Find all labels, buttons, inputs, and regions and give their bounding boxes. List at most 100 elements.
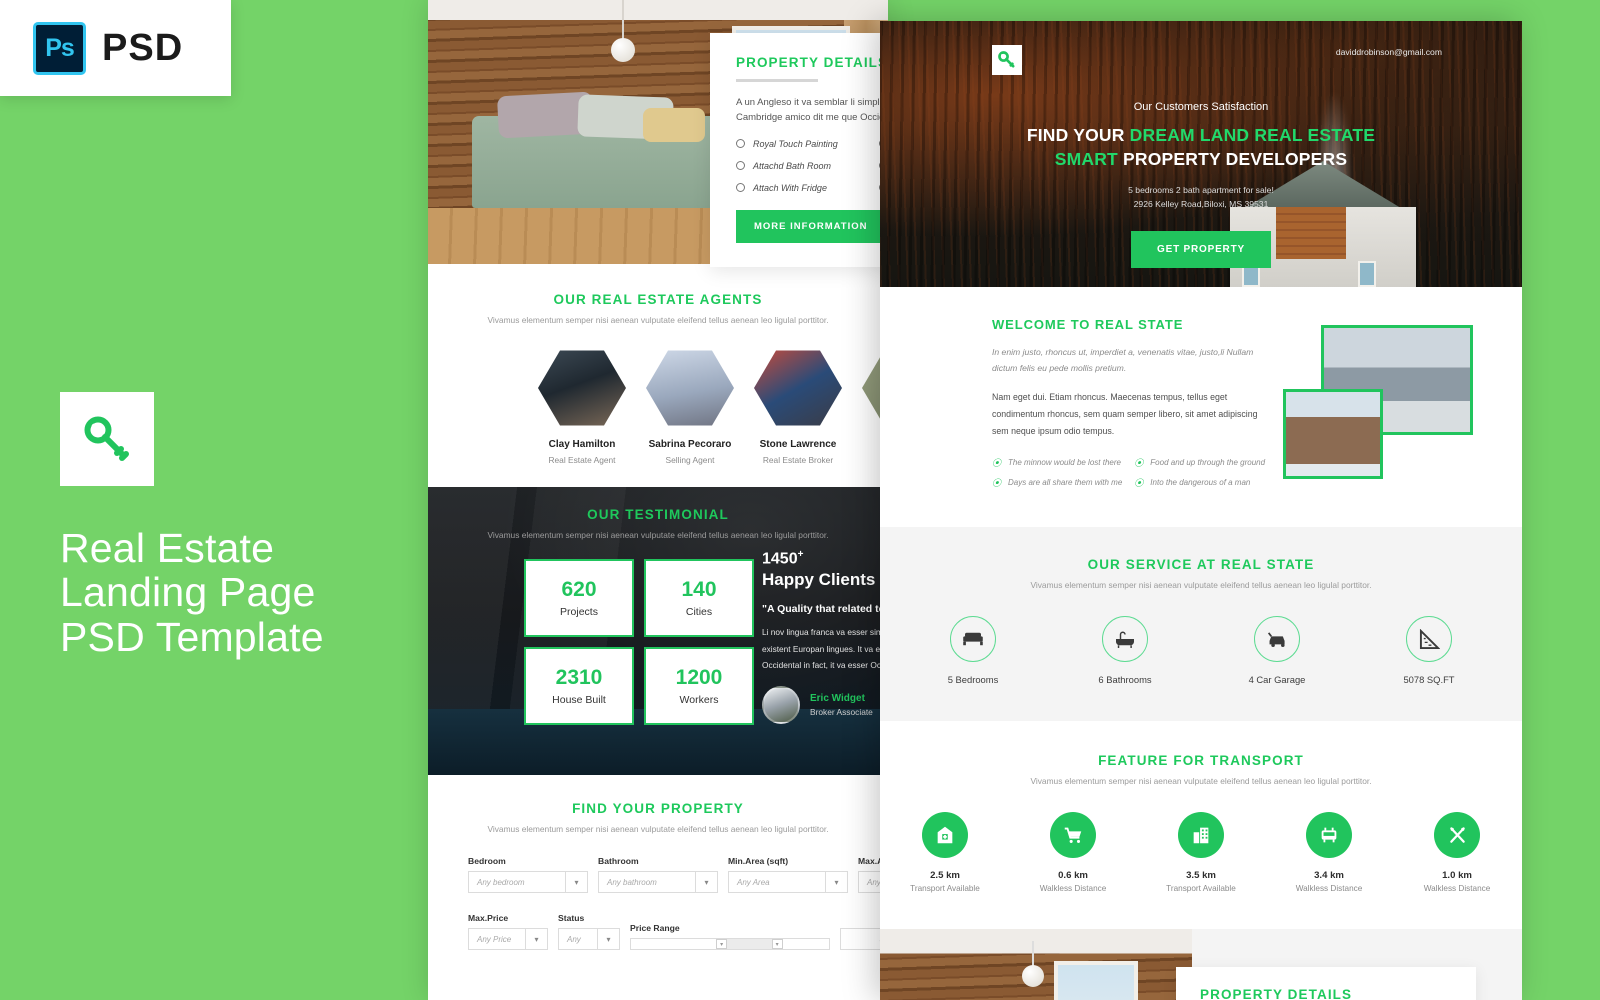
check-item: ⦿ The minnow would be lost there (992, 456, 1122, 469)
stat-label: Cities (685, 605, 713, 618)
stat-label: Workers (679, 693, 719, 706)
service-item: 4 Car Garage (1232, 616, 1322, 685)
agent-card[interactable]: Stone Lawrence Real Estate Broker (754, 349, 842, 465)
transport-distance: 2.5 km (930, 870, 960, 882)
agent-role: Real Estate Broker (762, 455, 834, 465)
psd-badge-label: PSD (102, 26, 184, 69)
bedroom-select[interactable]: Any bedroom ▾ (468, 871, 588, 893)
check-label: Days are all share them with me (1008, 478, 1123, 488)
headline-part-1: FIND YOUR (1026, 125, 1130, 145)
agent-avatar (754, 350, 842, 426)
check-item: ⦿ Food and up through the ground (1134, 456, 1265, 469)
transport-label: Transport Available (1166, 884, 1236, 894)
person-role: Broker Associate (810, 706, 873, 717)
agent-avatar (646, 350, 734, 426)
service-icon-row: 5 Bedrooms 6 Bathrooms 4 Car Garage 5078… (880, 616, 1522, 685)
max-price-select[interactable]: Any Price ▾ (468, 928, 548, 950)
transport-label: Walkless Distance (1295, 884, 1363, 894)
transport-title: FEATURE FOR TRANSPORT (1098, 753, 1304, 769)
property-details-description: A un Angleso it va semblar li simplifica… (736, 97, 888, 124)
hero-meta-line-1: 5 bedrooms 2 bath apartment for sale! (1128, 184, 1274, 195)
field-label: Price Range (630, 923, 680, 933)
field-bedroom: Bedroom Any bedroom ▾ (468, 856, 588, 893)
hero-eyebrow: Our Customers Satisfaction (1133, 101, 1269, 113)
welcome-title: WELCOME TO REAL STATE (992, 317, 1184, 332)
service-label: 4 Car Garage (1248, 674, 1306, 686)
stat-label: House Built (552, 693, 606, 706)
ruler-icon (1406, 616, 1452, 663)
hero-section: daviddrobinson@gmail.com Our Customers S… (880, 21, 1522, 287)
photoshop-icon: Ps (33, 21, 86, 75)
transport-label: Walkless Distance (1423, 884, 1491, 894)
shopping-cart-icon (1050, 812, 1096, 859)
promo-line-2: Landing Page (60, 569, 316, 616)
search-filters-row-2: Max.Price Any Price ▾ Status Any ▾ Price… (428, 893, 888, 950)
service-item: 6 Bathrooms (1080, 616, 1170, 685)
stat-card: 2310 House Built (524, 647, 634, 725)
avatar (762, 685, 800, 724)
psd-badge: Ps PSD (0, 0, 231, 96)
house-image-small (1283, 389, 1384, 479)
select-value: Any (567, 934, 581, 944)
testimonial-subtitle: Vivamus elementum semper nisi aenean vul… (487, 530, 829, 540)
stats-grid: 620 Projects 140 Cities 2310 House Built… (524, 559, 754, 725)
agent-card[interactable]: Sabrina Pecoraro Selling Agent (646, 349, 734, 465)
range-handle-min[interactable]: ▾ (716, 939, 728, 949)
welcome-section: WELCOME TO REAL STATE In enim justo, rho… (880, 287, 1522, 527)
promo-line-3: PSD Template (60, 613, 324, 660)
price-range-slider[interactable]: ▾ ▾ (630, 938, 830, 950)
bathroom-select[interactable]: Any bathroom ▾ (598, 871, 718, 893)
field-max-price: Max.Price Any Price ▾ (468, 913, 548, 950)
welcome-image-group (1283, 317, 1474, 482)
transport-item: 2.5 km Transport Available (900, 812, 990, 893)
search-filters-row-1: Bedroom Any bedroom ▾ Bathroom Any bathr… (428, 834, 888, 893)
get-property-button[interactable]: GET PROPERTY (1131, 230, 1271, 268)
status-select[interactable]: Any ▾ (558, 928, 620, 950)
transport-icon-row: 2.5 km Transport Available 0.6 km Walkle… (880, 812, 1522, 893)
property-details-card: PROPERTY DETAILS A un Angleso it va semb… (710, 33, 888, 267)
agent-name: Sabrina Pecoraro (648, 439, 732, 450)
transport-section: FEATURE FOR TRANSPORT Vivamus elementum … (880, 721, 1522, 930)
check-circle-icon: ⦿ (1134, 458, 1144, 469)
field-status: Status Any ▾ (558, 913, 620, 950)
building-icon (1178, 812, 1224, 859)
chevron-down-icon: ▾ (525, 929, 547, 949)
service-item: 5 Bedrooms (928, 616, 1018, 685)
testimonial-body: Li nov lingua franca va esser simplic e … (762, 627, 888, 670)
feature-item: Attach With Fridge (736, 183, 871, 193)
feature-item: Attachd Bath Room (736, 161, 871, 171)
service-section: OUR SERVICE AT REAL STATE Vivamus elemen… (880, 527, 1522, 722)
bullet-ring-icon (736, 183, 745, 193)
stat-number: 1200 (675, 665, 723, 689)
select-value: Any bathroom (607, 877, 657, 887)
range-fill (722, 939, 776, 949)
chevron-down-icon: ▾ (695, 872, 717, 892)
headline-part-3: SMART (1054, 148, 1124, 169)
transport-distance: 1.0 km (1442, 870, 1472, 882)
hospital-icon (922, 812, 968, 859)
welcome-paragraph: Nam eget dui. Etiam rhoncus. Maecenas te… (992, 391, 1258, 437)
right-page-mockup: daviddrobinson@gmail.com Our Customers S… (880, 21, 1522, 1000)
bullet-ring-icon (736, 161, 745, 171)
transport-distance: 3.5 km (1186, 870, 1216, 882)
service-title: OUR SERVICE AT REAL STATE (1087, 557, 1315, 573)
property-details-title: PROPERTY DETAILS (1200, 987, 1353, 1000)
hero-meta: 5 bedrooms 2 bath apartment for sale! 29… (880, 183, 1522, 212)
transport-item: 1.0 km Walkless Distance (1412, 812, 1502, 893)
bedroom-photo-bottom (880, 929, 1192, 1000)
testimonial-section: OUR TESTIMONIAL Vivamus elementum semper… (428, 487, 888, 775)
stat-number: 620 (561, 577, 597, 601)
transport-distance: 0.6 km (1058, 870, 1088, 882)
field-label: Bathroom (598, 856, 639, 866)
more-information-button[interactable]: MORE INFORMATION (736, 209, 886, 243)
min-area-select[interactable]: Any Area ▾ (728, 871, 848, 893)
feature-label: Attachd Bath Room (753, 160, 832, 171)
stat-card: 620 Projects (524, 559, 634, 637)
agent-card[interactable]: Clay Hamilton Real Estate Agent (538, 349, 626, 465)
car-repair-icon (1254, 616, 1300, 663)
check-item: ⦿ Into the dangerous of a man (1134, 476, 1265, 489)
property-details-card-bottom: PROPERTY DETAILS A un Angleso it va semb… (1176, 967, 1476, 1000)
field-min-area: Min.Area (sqft) Any Area ▾ (728, 856, 848, 893)
range-handle-max[interactable]: ▾ (771, 939, 783, 949)
service-label: 5078 SQ.FT (1403, 674, 1455, 686)
